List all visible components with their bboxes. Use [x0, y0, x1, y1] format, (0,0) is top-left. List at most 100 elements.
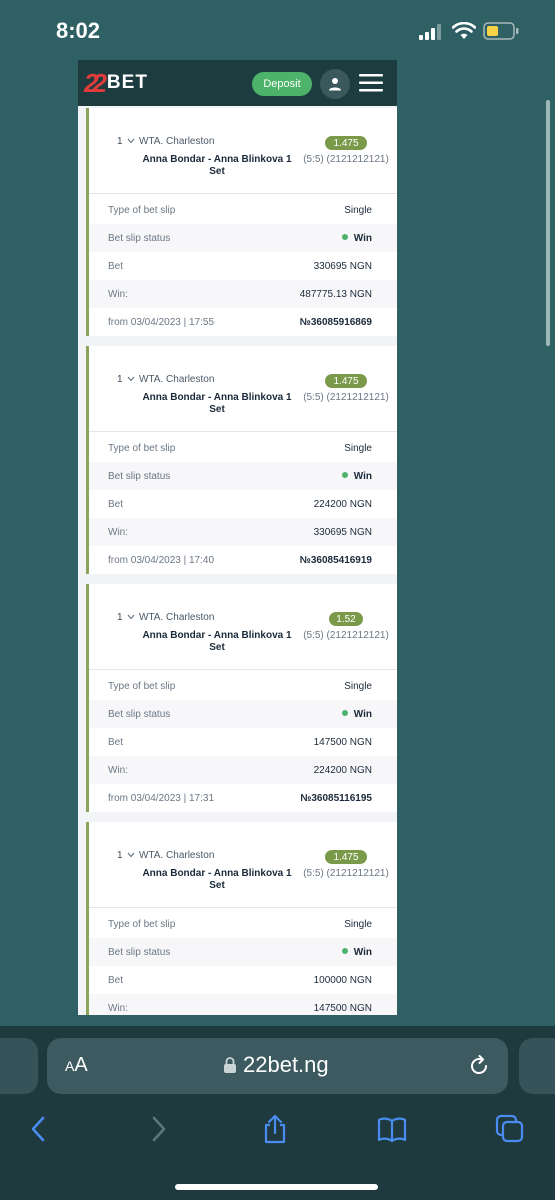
event-number: 1 — [117, 374, 123, 385]
event-score: (5:5) (2121212121) — [303, 868, 389, 879]
event-match: Anna Bondar - Anna Blinkova 1 Set — [142, 392, 292, 415]
slip-row-bet: Bet 147500 NGN — [89, 728, 397, 756]
slip-status-value: Win — [341, 233, 372, 244]
slip-win-value: 330695 NGN — [313, 526, 372, 538]
deposit-button[interactable]: Deposit — [252, 72, 312, 96]
slip-id[interactable]: №36085116195 — [300, 793, 372, 804]
home-indicator[interactable] — [175, 1184, 378, 1190]
slip-row-type: Type of bet slip Single — [89, 196, 397, 224]
bet-event[interactable]: 1 WTA. Charleston Anna Bondar - Anna Bli… — [89, 346, 397, 432]
book-icon[interactable] — [377, 1114, 407, 1144]
next-tab-preview[interactable] — [519, 1038, 555, 1094]
slip-win-value: 487775.13 NGN — [299, 288, 372, 300]
brand-logo[interactable]: 22 BET — [84, 68, 148, 98]
browser-toolbar: AA 22bet.ng — [0, 1026, 555, 1200]
event-match: Anna Bondar - Anna Blinkova 1 Set — [142, 868, 292, 891]
previous-tab-preview[interactable] — [0, 1038, 38, 1094]
bet-card[interactable]: 1 WTA. Charleston Anna Bondar - Anna Bli… — [86, 822, 397, 1015]
wifi-icon — [452, 22, 476, 39]
url-text[interactable]: 22bet.ng — [243, 1052, 329, 1078]
bet-card[interactable]: 1 WTA. Charleston Anna Bondar - Anna Bli… — [86, 584, 397, 812]
slip-label: Bet slip status — [108, 946, 171, 958]
back-icon[interactable] — [24, 1114, 54, 1144]
slip-date: from 03/04/2023 | 17:40 — [108, 554, 215, 566]
event-score: (5:5) (2121212121) — [303, 154, 389, 165]
slip-row-bet: Bet 224200 NGN — [89, 490, 397, 518]
user-icon — [329, 78, 341, 91]
status-dot-icon — [341, 471, 348, 478]
event-league: WTA. Charleston — [139, 374, 215, 385]
slip-id[interactable]: №36085416919 — [300, 555, 372, 566]
reload-icon[interactable] — [467, 1054, 491, 1078]
slip-type-value: Single — [344, 204, 372, 216]
slip-status-value: Win — [341, 470, 372, 482]
chevron-down-icon[interactable] — [127, 376, 135, 382]
slip-label: Win: — [108, 526, 128, 538]
slip-row-date: from 03/04/2023 | 17:55 №36085916869 — [89, 308, 397, 336]
event-number: 1 — [117, 612, 123, 623]
bet-event[interactable]: 1 WTA. Charleston Anna Bondar - Anna Bli… — [89, 822, 397, 908]
slip-win-value: 147500 NGN — [313, 1002, 372, 1014]
status-text: Win — [353, 946, 372, 958]
slip-label: Type of bet slip — [108, 918, 176, 930]
signal-icon — [419, 24, 441, 40]
menu-icon[interactable] — [359, 72, 383, 94]
account-button[interactable] — [320, 69, 350, 99]
event-score: (5:5) (2121212121) — [303, 630, 389, 641]
odds-badge: 1.475 — [325, 850, 367, 864]
brand-logo-word: BET — [106, 72, 148, 93]
status-time: 8:02 — [56, 18, 101, 43]
event-number: 1 — [117, 136, 123, 147]
text-size-small: A — [65, 1058, 75, 1074]
event-number: 1 — [117, 850, 123, 861]
slip-status-value: Win — [341, 946, 372, 958]
chevron-down-icon[interactable] — [127, 614, 135, 620]
slip-label: Win: — [108, 764, 128, 776]
slip-label: Bet — [108, 498, 124, 510]
slip-label: Win: — [108, 288, 128, 300]
slip-bet-value: 224200 NGN — [313, 498, 372, 510]
text-size-large: A — [74, 1054, 88, 1076]
bet-card[interactable]: 1 WTA. Charleston Anna Bondar - Anna Bli… — [86, 108, 397, 336]
site-header: 22 BET Deposit — [78, 60, 397, 106]
bet-card[interactable]: 1 WTA. Charleston Anna Bondar - Anna Bli… — [86, 346, 397, 574]
battery-icon — [483, 22, 519, 40]
slip-row-status: Bet slip status Win — [89, 700, 397, 728]
slip-row-bet: Bet 100000 NGN — [89, 966, 397, 994]
slip-row-type: Type of bet slip Single — [89, 434, 397, 462]
slip-label: Bet slip status — [108, 232, 171, 244]
text-size-button[interactable]: AA — [65, 1054, 88, 1077]
slip-row-type: Type of bet slip Single — [89, 910, 397, 938]
odds-badge: 1.475 — [325, 374, 367, 388]
tabs-icon[interactable] — [495, 1114, 525, 1144]
status-text: Win — [353, 708, 372, 720]
slip-row-status: Bet slip status Win — [89, 462, 397, 490]
odds-badge: 1.52 — [329, 612, 363, 626]
slip-id[interactable]: №36085916869 — [300, 317, 372, 328]
status-bar: 8:02 — [0, 0, 555, 62]
chevron-down-icon[interactable] — [127, 852, 135, 858]
address-bar[interactable]: AA 22bet.ng — [47, 1038, 508, 1094]
bet-event[interactable]: 1 WTA. Charleston Anna Bondar - Anna Bli… — [89, 584, 397, 670]
slip-row-type: Type of bet slip Single — [89, 672, 397, 700]
event-league: WTA. Charleston — [139, 850, 215, 861]
slip-label: Type of bet slip — [108, 680, 176, 692]
page-scrollbar[interactable] — [546, 100, 550, 346]
slip-row-win: Win: 487775.13 NGN — [89, 280, 397, 308]
forward-icon[interactable] — [143, 1114, 173, 1144]
lock-icon — [224, 1057, 236, 1073]
slip-row-status: Bet slip status Win — [89, 224, 397, 252]
status-dot-icon — [341, 947, 348, 954]
odds-badge: 1.475 — [325, 136, 367, 150]
slip-row-win: Win: 330695 NGN — [89, 518, 397, 546]
event-league: WTA. Charleston — [139, 612, 215, 623]
slip-label: Bet — [108, 260, 124, 272]
slip-row-status: Bet slip status Win — [89, 938, 397, 966]
share-icon[interactable] — [260, 1114, 290, 1144]
slip-win-value: 224200 NGN — [313, 764, 372, 776]
slip-label: Bet slip status — [108, 470, 171, 482]
status-text: Win — [353, 470, 372, 482]
chevron-down-icon[interactable] — [127, 138, 135, 144]
bet-event[interactable]: 1 WTA. Charleston Anna Bondar - Anna Bli… — [89, 108, 397, 194]
slip-row-win: Win: 224200 NGN — [89, 756, 397, 784]
